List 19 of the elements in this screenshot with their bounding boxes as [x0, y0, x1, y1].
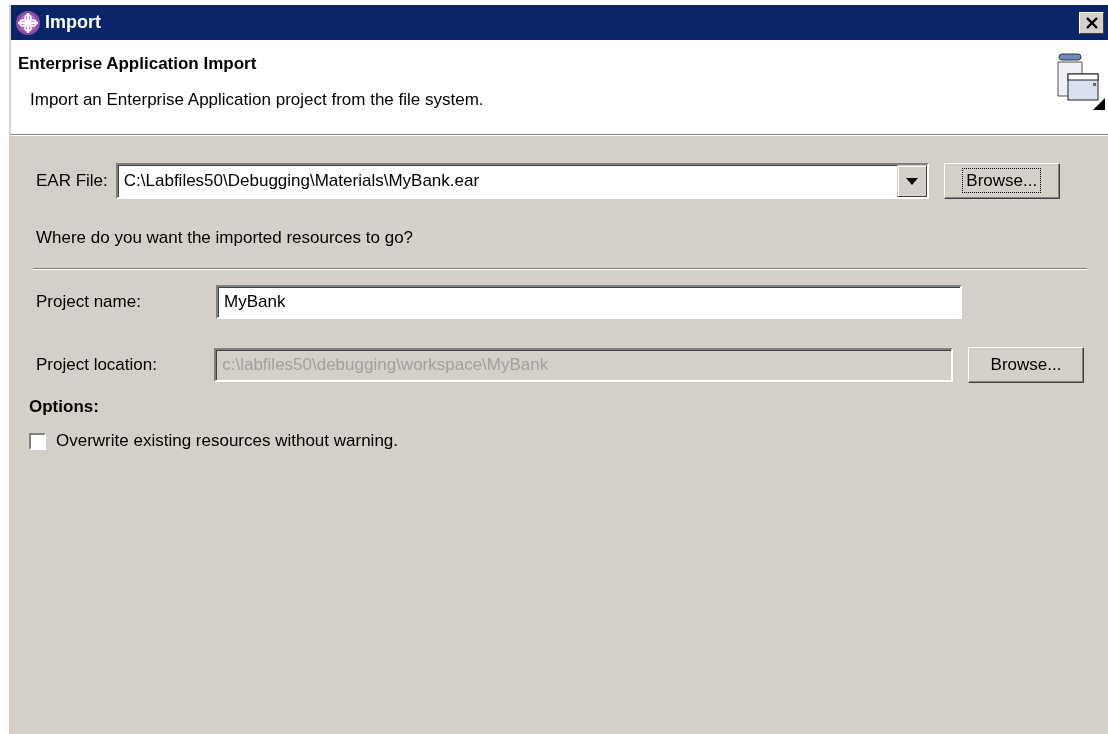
- field-label: Project name:: [36, 292, 142, 312]
- field-label: EAR File:: [36, 171, 108, 191]
- section-heading: Options:: [29, 397, 99, 417]
- close-icon: [1084, 16, 1099, 29]
- page-description: Import an Enterprise Application project from the file system.: [29, 90, 485, 110]
- project-name-field[interactable]: MyBank: [216, 285, 962, 319]
- dropdown-button[interactable]: [896, 165, 927, 197]
- checkbox-label: Overwrite existing resources without warning.: [56, 431, 399, 451]
- close-button[interactable]: [1079, 11, 1104, 34]
- ear-file-combo[interactable]: C:\Labfiles50\Debugging\Materials\MyBank.ear: [115, 163, 929, 199]
- section-prompt: Where do you want the imported resources to go?: [36, 228, 414, 248]
- field-value: C:\Labfiles50\Debugging\Materials\MyBank.ear: [122, 170, 481, 192]
- checkbox[interactable]: [29, 432, 46, 450]
- field-label: Project location:: [36, 355, 158, 375]
- app-logo-icon: [15, 9, 41, 36]
- caret-icon: [905, 177, 918, 185]
- page-title: Enterprise Application Import: [18, 54, 258, 74]
- window-title: Import: [45, 12, 102, 33]
- browse-button[interactable]: Browse...: [943, 163, 1060, 199]
